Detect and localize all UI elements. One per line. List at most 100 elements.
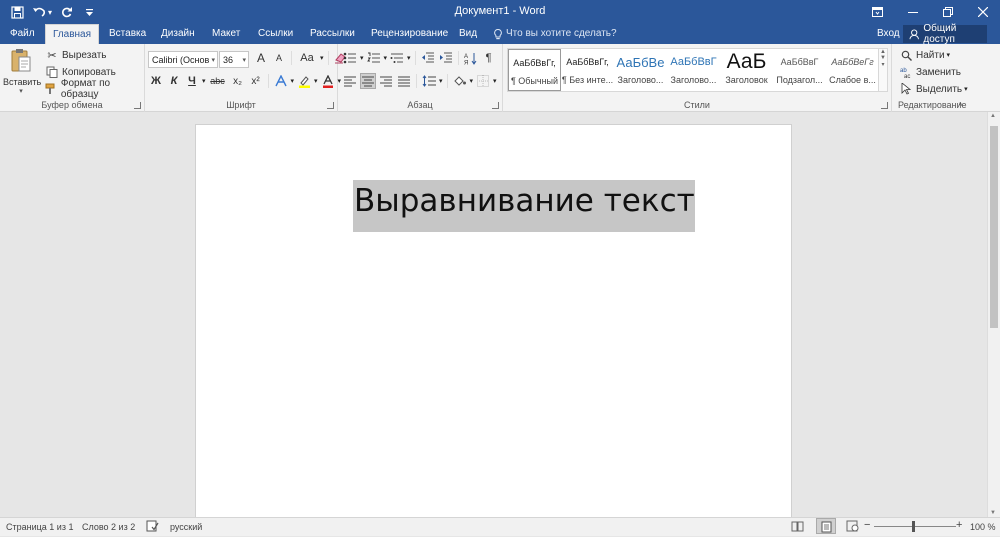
- clipboard-group: Вставить ▾ ✂ Вырезать Копировать Формат …: [0, 44, 145, 112]
- font-name-combo[interactable]: Calibri (Основ ▾: [148, 51, 218, 68]
- line-spacing-icon[interactable]: [421, 73, 437, 89]
- tell-me-box[interactable]: Что вы хотите сделать?: [494, 24, 617, 44]
- word-count[interactable]: Слово 2 из 2: [82, 522, 135, 532]
- zoom-level[interactable]: 100 %: [970, 522, 996, 532]
- tab-review[interactable]: Рецензирование: [371, 24, 448, 44]
- tab-home[interactable]: Главная: [45, 24, 99, 44]
- align-left-icon[interactable]: [342, 73, 358, 89]
- increase-indent-icon[interactable]: [438, 50, 454, 66]
- highlight-icon[interactable]: [296, 73, 312, 89]
- bold-button[interactable]: Ж: [148, 73, 164, 89]
- sign-in-link[interactable]: Вход: [877, 24, 900, 44]
- decrease-indent-icon[interactable]: [420, 50, 436, 66]
- style-normal[interactable]: АаБбВвГг, ¶ Обычный: [508, 49, 561, 91]
- strikethrough-button[interactable]: abc: [208, 73, 228, 89]
- show-formatting-icon[interactable]: ¶: [481, 50, 497, 66]
- underline-dropdown-icon[interactable]: ▾: [202, 77, 206, 85]
- paragraph-launcher-icon[interactable]: [492, 102, 499, 109]
- sort-icon[interactable]: AЯ: [463, 50, 479, 66]
- find-dropdown-icon[interactable]: ▾: [947, 51, 951, 59]
- collapse-ribbon-icon[interactable]: ˄: [958, 100, 963, 109]
- ribbon-display-options-icon[interactable]: [860, 0, 895, 24]
- change-case-dropdown-icon[interactable]: ▾: [320, 54, 324, 62]
- zoom-in-button[interactable]: +: [956, 519, 962, 531]
- tab-design[interactable]: Дизайн: [161, 24, 195, 44]
- scroll-thumb[interactable]: [990, 126, 998, 328]
- grow-font-icon[interactable]: A: [253, 50, 269, 66]
- tab-file[interactable]: Файл: [10, 24, 35, 44]
- language-indicator[interactable]: русский: [170, 522, 202, 532]
- numbering-dropdown-icon[interactable]: ▾: [384, 54, 388, 62]
- styles-launcher-icon[interactable]: [881, 102, 888, 109]
- tab-references[interactable]: Ссылки: [258, 24, 293, 44]
- font-name-dropdown-icon[interactable]: ▾: [211, 56, 215, 64]
- line-spacing-dropdown-icon[interactable]: ▾: [439, 77, 443, 85]
- tab-insert[interactable]: Вставка: [109, 24, 146, 44]
- vertical-scrollbar[interactable]: ▲ ▼: [987, 112, 1000, 517]
- more-styles-icon[interactable]: ▾: [879, 61, 887, 68]
- lightbulb-icon: [494, 28, 502, 39]
- font-launcher-icon[interactable]: [327, 102, 334, 109]
- text-effects-dropdown-icon[interactable]: ▾: [291, 77, 295, 85]
- style-subtitle[interactable]: АаБбВвГ Подзагол...: [773, 49, 826, 91]
- shrink-font-icon[interactable]: A: [271, 50, 287, 66]
- bullets-icon[interactable]: [342, 50, 358, 66]
- zoom-out-button[interactable]: −: [864, 519, 870, 531]
- proofing-icon[interactable]: [146, 520, 159, 534]
- scroll-up-arrow-icon[interactable]: ▲: [990, 113, 996, 119]
- borders-dropdown-icon[interactable]: ▾: [493, 77, 497, 85]
- minimize-icon[interactable]: [895, 0, 930, 24]
- style-sample: АаБ: [726, 50, 767, 73]
- borders-icon[interactable]: [475, 73, 491, 89]
- clipboard-launcher-icon[interactable]: [134, 102, 141, 109]
- shading-dropdown-icon[interactable]: ▾: [470, 77, 474, 85]
- format-painter-button[interactable]: Формат по образцу: [44, 78, 144, 100]
- shading-icon[interactable]: [452, 73, 468, 89]
- paste-dropdown-icon[interactable]: ▾: [3, 87, 39, 95]
- document-selected-text[interactable]: Выравнивание текста: [353, 180, 695, 232]
- close-icon[interactable]: [965, 0, 1000, 24]
- align-right-icon[interactable]: [378, 73, 394, 89]
- bullets-dropdown-icon[interactable]: ▾: [360, 54, 364, 62]
- web-layout-icon[interactable]: [846, 520, 859, 534]
- justify-icon[interactable]: [396, 73, 412, 89]
- style-no-spacing[interactable]: АаБбВвГг, ¶ Без инте...: [561, 49, 614, 91]
- share-button[interactable]: Общий доступ: [903, 23, 987, 45]
- font-size-combo[interactable]: 36 ▾: [219, 51, 249, 68]
- print-layout-icon[interactable]: [816, 518, 836, 534]
- style-heading-1[interactable]: АаБбВе Заголово...: [614, 49, 667, 91]
- tab-layout[interactable]: Макет: [212, 24, 240, 44]
- select-button[interactable]: Выделить ▾: [898, 80, 968, 98]
- superscript-button[interactable]: x²: [248, 73, 264, 89]
- styles-gallery-scroll[interactable]: ▲ ▼ ▾: [878, 48, 888, 92]
- cut-button[interactable]: ✂ Вырезать: [44, 46, 106, 64]
- numbering-icon[interactable]: [366, 50, 382, 66]
- change-case-button[interactable]: Aa: [296, 50, 318, 66]
- style-title[interactable]: АаБ Заголовок: [720, 49, 773, 91]
- paste-button[interactable]: Вставить ▾: [3, 48, 41, 95]
- font-size-dropdown-icon[interactable]: ▾: [242, 56, 246, 64]
- underline-button[interactable]: Ч: [184, 73, 200, 89]
- font-color-icon[interactable]: [320, 73, 336, 89]
- highlight-dropdown-icon[interactable]: ▾: [314, 77, 318, 85]
- style-subtle-emphasis[interactable]: АаБбВеГг Слабое в...: [826, 49, 879, 91]
- page-count[interactable]: Страница 1 из 1: [6, 522, 73, 532]
- subscript-button[interactable]: x₂: [230, 73, 246, 89]
- replace-button[interactable]: ab ac Заменить: [898, 63, 961, 81]
- multilevel-list-icon[interactable]: [389, 50, 405, 66]
- tab-view[interactable]: Вид: [459, 24, 477, 44]
- find-button[interactable]: Найти ▾: [898, 46, 950, 64]
- restore-icon[interactable]: [930, 0, 965, 24]
- text-effects-icon[interactable]: [273, 73, 289, 89]
- select-dropdown-icon[interactable]: ▾: [964, 85, 968, 93]
- zoom-slider[interactable]: [874, 526, 956, 527]
- style-heading-2[interactable]: АаБбВвГ Заголово...: [667, 49, 720, 91]
- align-center-icon[interactable]: [360, 73, 376, 89]
- zoom-slider-thumb[interactable]: [912, 521, 915, 532]
- multilevel-dropdown-icon[interactable]: ▾: [407, 54, 411, 62]
- svg-text:ac: ac: [904, 74, 910, 78]
- read-mode-icon[interactable]: [791, 520, 804, 534]
- scroll-down-arrow-icon[interactable]: ▼: [990, 510, 996, 516]
- italic-button[interactable]: К: [166, 73, 182, 89]
- tab-mailings[interactable]: Рассылки: [310, 24, 355, 44]
